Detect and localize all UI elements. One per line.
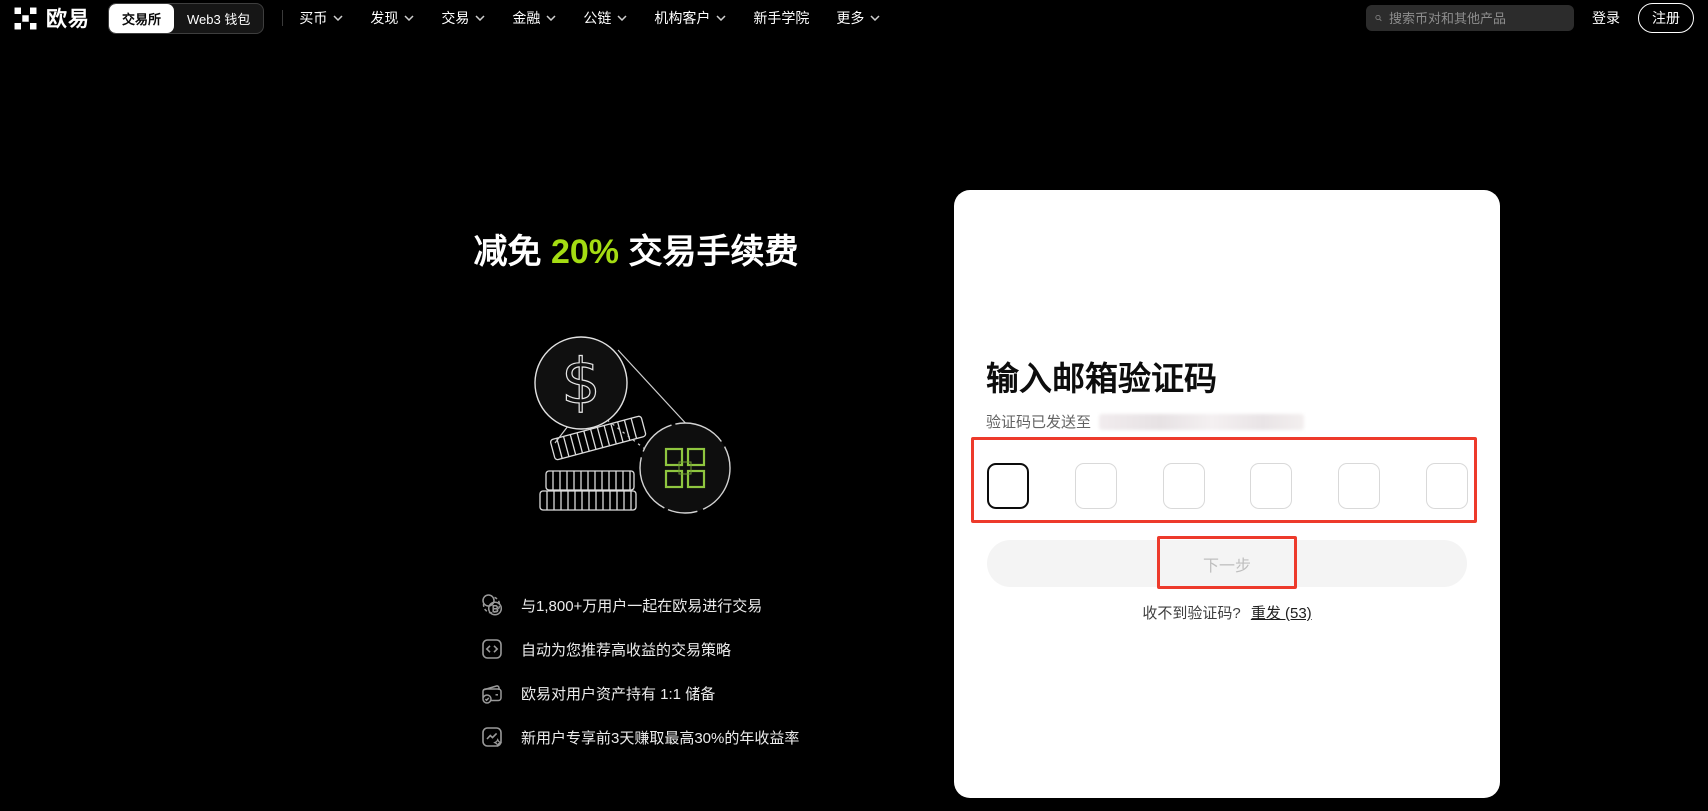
- headline-suffix: 交易手续费: [619, 233, 798, 271]
- search-input[interactable]: [1389, 11, 1565, 26]
- wallet-icon: [479, 680, 505, 706]
- nav-item-label: 发现: [370, 8, 398, 28]
- chevron-down-icon: [870, 15, 880, 21]
- resend-row: 收不到验证码? 重发 (53): [954, 602, 1500, 623]
- chevron-down-icon: [716, 15, 726, 21]
- strategy-icon: [479, 636, 505, 662]
- nav-item[interactable]: 机构客户: [654, 8, 726, 28]
- feature-item: 与1,800+万用户一起在欧易进行交易: [479, 592, 799, 618]
- code-input-box-3[interactable]: [1163, 463, 1205, 509]
- code-sent-subtitle: 验证码已发送至: [986, 411, 1304, 432]
- nav-item-label: 交易: [441, 8, 469, 28]
- nav-item[interactable]: 公链: [583, 8, 627, 28]
- svg-text:$: $: [561, 345, 600, 418]
- feature-item: 欧易对用户资产持有 1:1 储备: [479, 680, 799, 706]
- brand-name: 欧易: [46, 3, 90, 33]
- redacted-email: [1099, 414, 1304, 430]
- feature-text: 新用户专享前3天赚取最高30%的年收益率: [521, 727, 799, 748]
- login-button[interactable]: 登录: [1592, 8, 1620, 28]
- email-verification-card: 输入邮箱验证码 验证码已发送至 下一步 收不到验证码? 重发 (53): [954, 190, 1500, 798]
- chevron-down-icon: [617, 15, 627, 21]
- code-input-box-6[interactable]: [1426, 463, 1468, 509]
- search-box[interactable]: [1366, 5, 1574, 31]
- chevron-down-icon: [404, 15, 414, 21]
- brand-logo[interactable]: 欧易: [14, 3, 90, 33]
- nav-item-label: 更多: [836, 8, 864, 28]
- feature-text: 欧易对用户资产持有 1:1 储备: [521, 683, 715, 704]
- toggle-segment-0[interactable]: 交易所: [109, 4, 174, 33]
- feature-item: 自动为您推荐高收益的交易策略: [479, 636, 799, 662]
- card-title: 输入邮箱验证码: [986, 352, 1217, 400]
- nav-item[interactable]: 发现: [370, 8, 414, 28]
- nav-item-label: 金融: [512, 8, 540, 28]
- verification-code-inputs: [987, 463, 1468, 509]
- nav-item[interactable]: 交易: [441, 8, 485, 28]
- next-step-button[interactable]: 下一步: [987, 540, 1467, 587]
- feature-list: 与1,800+万用户一起在欧易进行交易自动为您推荐高收益的交易策略欧易对用户资产…: [479, 592, 799, 750]
- dollar-coins-illustration: $: [498, 310, 746, 527]
- feature-text: 自动为您推荐高收益的交易策略: [521, 639, 731, 660]
- nav-divider: [282, 10, 283, 26]
- resend-link[interactable]: 重发 (53): [1251, 605, 1312, 622]
- nav-item-label: 新手学院: [753, 8, 809, 28]
- top-nav: 欧易 交易所Web3 钱包 买币 发现 交易 金融 公链 机构客户 新手学院 更多 登录 注册: [0, 0, 1708, 36]
- register-button[interactable]: 注册: [1638, 3, 1694, 33]
- nav-item-label: 买币: [299, 8, 327, 28]
- nav-right: 登录 注册: [1366, 3, 1694, 33]
- resend-question-text: 收不到验证码?: [1142, 605, 1240, 622]
- subtitle-text: 验证码已发送至: [986, 411, 1091, 432]
- nav-item[interactable]: 更多: [836, 8, 880, 28]
- product-toggle: 交易所Web3 钱包: [108, 3, 264, 34]
- toggle-segment-1[interactable]: Web3 钱包: [174, 4, 263, 33]
- code-input-box-5[interactable]: [1338, 463, 1380, 509]
- search-icon: [1375, 11, 1382, 25]
- headline-highlight: 20%: [551, 233, 619, 271]
- headline-prefix: 减免: [474, 233, 551, 271]
- coins-icon: [479, 592, 505, 618]
- nav-item[interactable]: 买币: [299, 8, 343, 28]
- chevron-down-icon: [475, 15, 485, 21]
- code-input-box-1[interactable]: [987, 463, 1029, 509]
- nav-item[interactable]: 新手学院: [753, 8, 809, 28]
- nav-item-label: 公链: [583, 8, 611, 28]
- code-input-box-4[interactable]: [1250, 463, 1292, 509]
- nav-item-label: 机构客户: [654, 8, 710, 28]
- chevron-down-icon: [546, 15, 556, 21]
- main-menu: 买币 发现 交易 金融 公链 机构客户 新手学院 更多: [299, 8, 880, 28]
- promo-headline: 减免 20% 交易手续费: [420, 224, 852, 273]
- okx-logo-icon: [14, 7, 37, 30]
- code-input-box-2[interactable]: [1075, 463, 1117, 509]
- chevron-down-icon: [333, 15, 343, 21]
- nav-item[interactable]: 金融: [512, 8, 556, 28]
- yield-icon: [479, 724, 505, 750]
- feature-text: 与1,800+万用户一起在欧易进行交易: [521, 595, 762, 616]
- feature-item: 新用户专享前3天赚取最高30%的年收益率: [479, 724, 799, 750]
- okx-verification-page: 欧易 交易所Web3 钱包 买币 发现 交易 金融 公链 机构客户 新手学院 更多 登录 注册…: [0, 0, 1708, 811]
